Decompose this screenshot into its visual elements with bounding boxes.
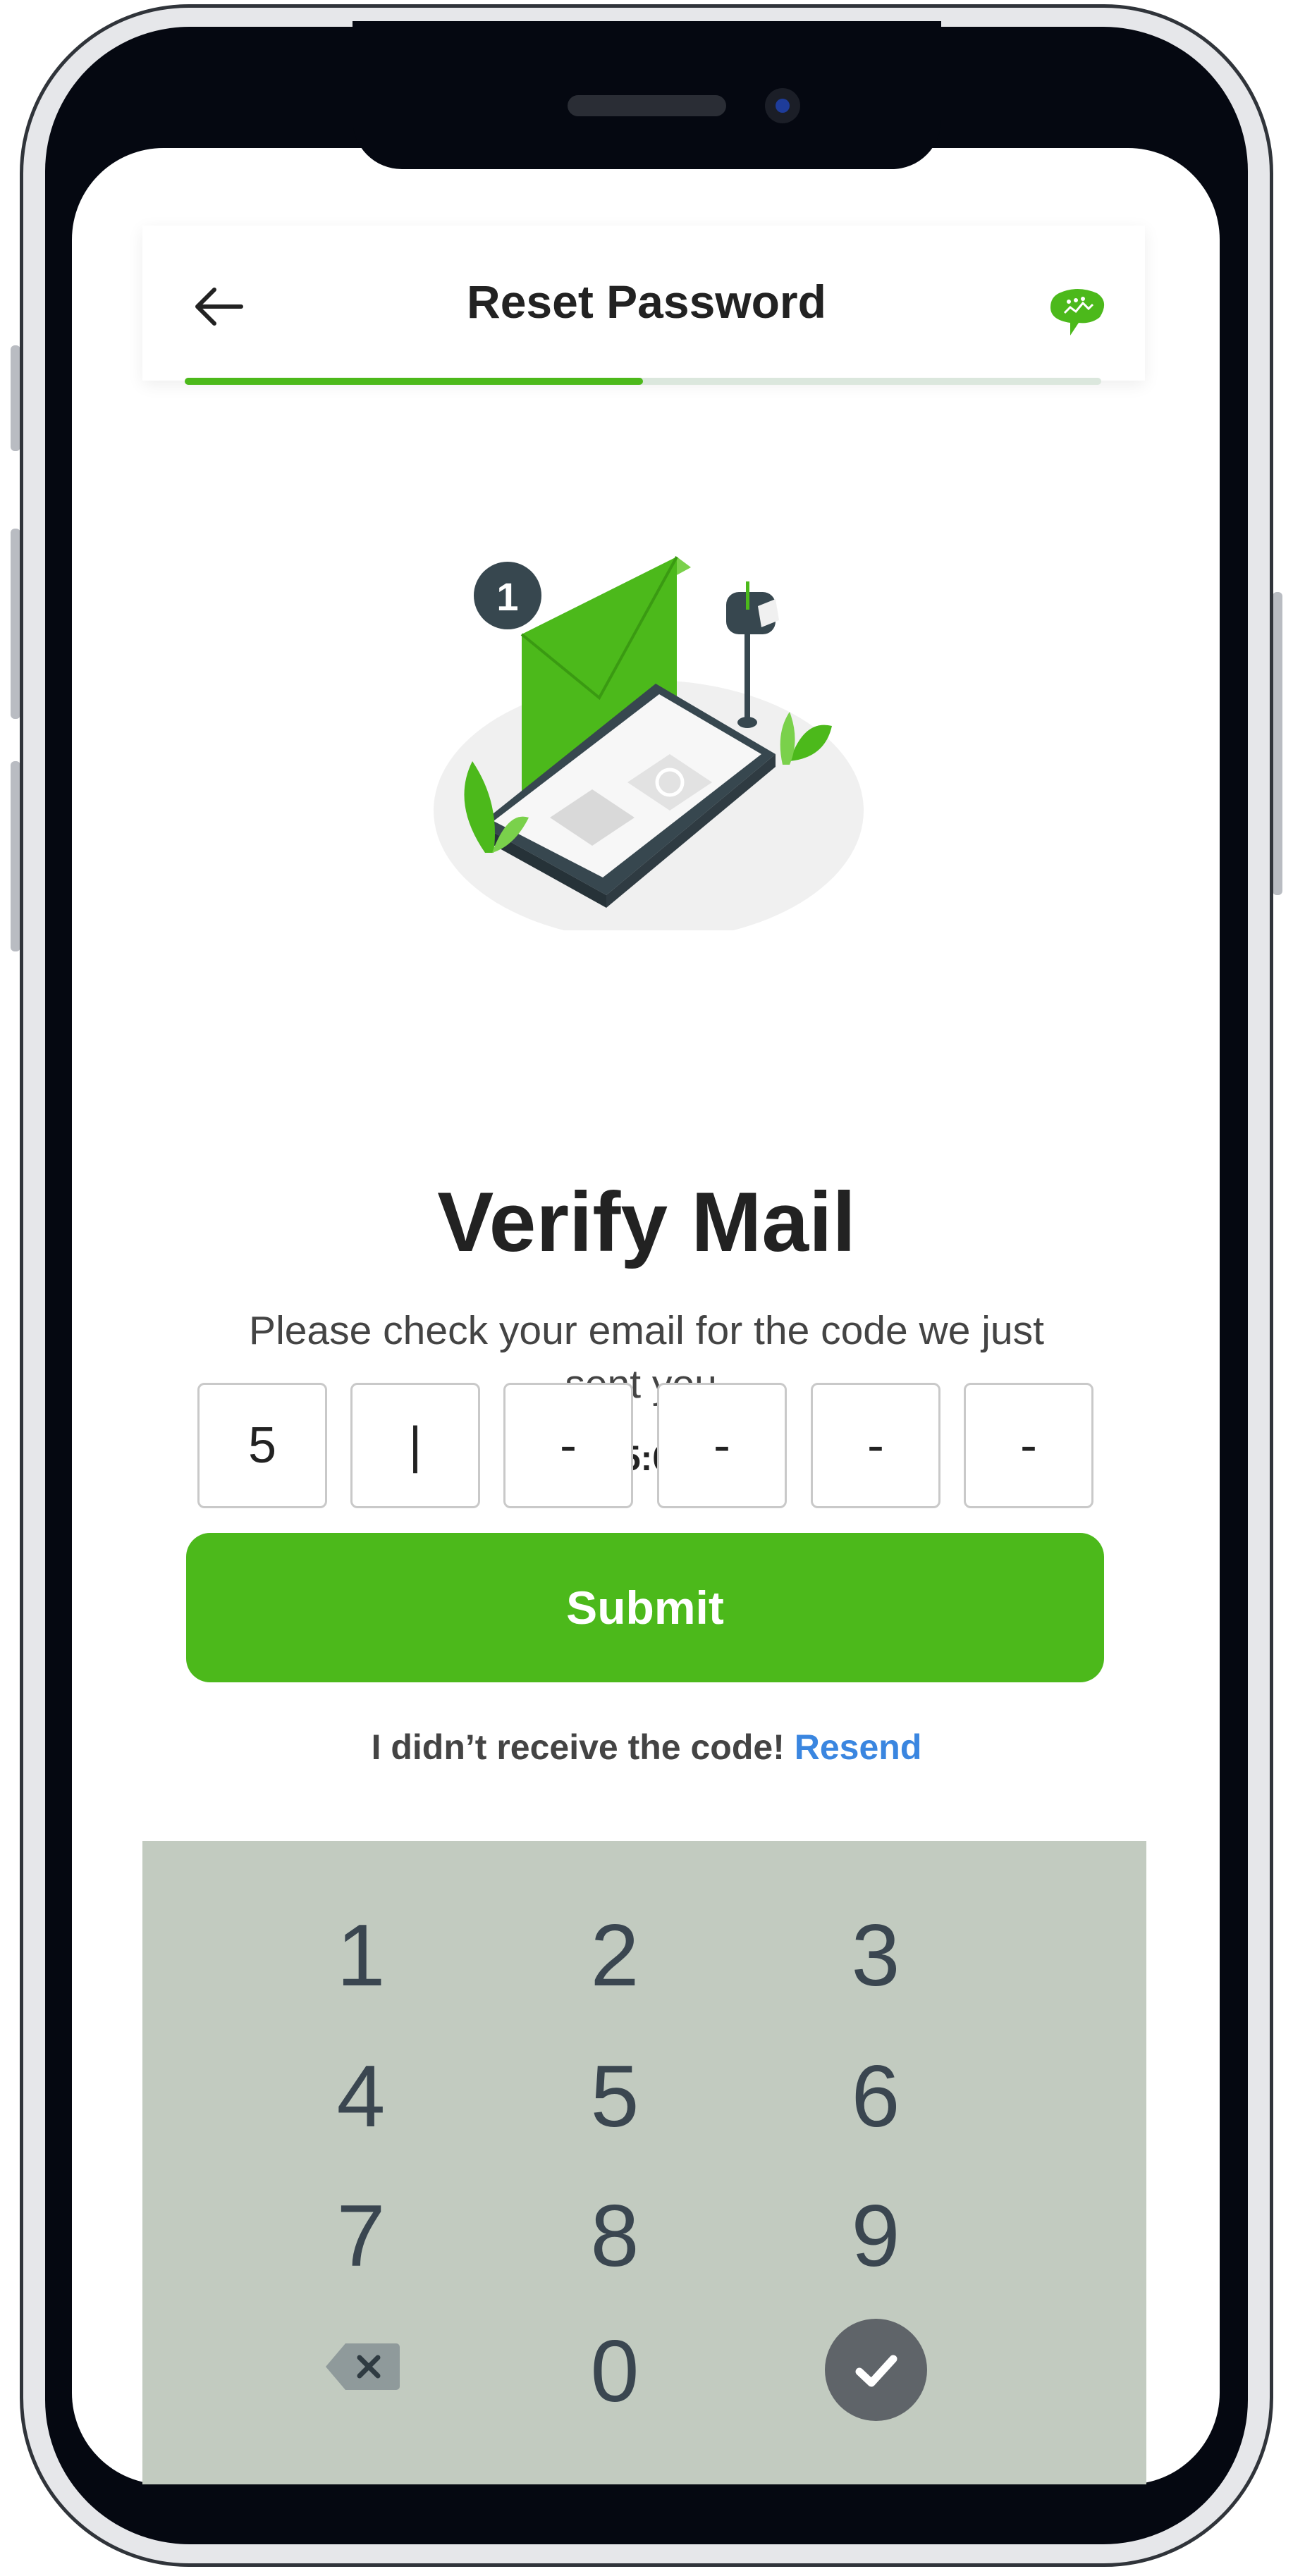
- resend-link[interactable]: Resend: [795, 1727, 922, 1767]
- otp-digit-1[interactable]: 5: [197, 1383, 327, 1508]
- front-camera: [765, 88, 800, 123]
- volume-up-button: [11, 529, 20, 719]
- key-5[interactable]: 5: [537, 2044, 692, 2150]
- badge-number: 1: [496, 574, 518, 619]
- brain-chat-logo-icon: [1050, 289, 1105, 335]
- verify-instructions: Please check your email for the code we …: [249, 1308, 1044, 1407]
- key-2[interactable]: 2: [537, 1903, 692, 2009]
- resend-row: I didn’t receive the code! Resend: [0, 1727, 1293, 1768]
- key-3[interactable]: 3: [798, 1903, 953, 2009]
- otp-digit-2[interactable]: |: [350, 1383, 480, 1508]
- resend-prompt: I didn’t receive the code!: [371, 1727, 785, 1767]
- otp-digit-4[interactable]: -: [657, 1383, 787, 1508]
- key-0[interactable]: 0: [537, 2319, 692, 2424]
- speaker-grille: [568, 95, 726, 116]
- volume-down-button: [11, 761, 20, 951]
- verify-heading: Verify Mail: [437, 1175, 856, 1269]
- otp-digit-6[interactable]: -: [964, 1383, 1093, 1508]
- submit-button[interactable]: Submit: [186, 1533, 1104, 1682]
- key-7[interactable]: 7: [283, 2183, 439, 2289]
- check-icon: [855, 2355, 897, 2386]
- otp-digit-3[interactable]: -: [503, 1383, 633, 1508]
- page-title: Reset Password: [467, 276, 826, 328]
- power-button: [1273, 592, 1282, 895]
- key-6[interactable]: 6: [798, 2044, 953, 2150]
- otp-digit-5[interactable]: -: [811, 1383, 940, 1508]
- key-4[interactable]: 4: [283, 2044, 439, 2150]
- mail-illustration: 1: [434, 556, 864, 930]
- progress-fill: [185, 378, 643, 385]
- backspace-icon[interactable]: [326, 2342, 400, 2391]
- key-1[interactable]: 1: [283, 1903, 439, 2009]
- key-8[interactable]: 8: [537, 2183, 692, 2289]
- confirm-key[interactable]: [825, 2319, 927, 2421]
- side-button: [11, 345, 20, 451]
- key-9[interactable]: 9: [798, 2183, 953, 2289]
